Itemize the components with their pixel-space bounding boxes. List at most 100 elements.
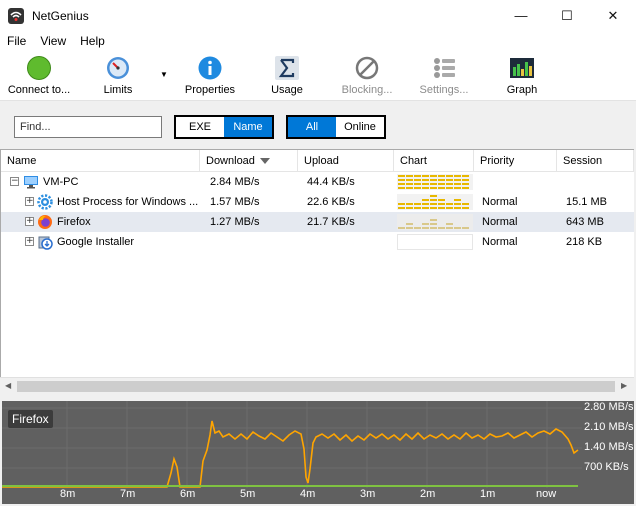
usage-label: Usage xyxy=(271,84,303,96)
y-axis-label: 1.40 MB/s xyxy=(584,441,634,453)
toolbar: Connect to... Limits Properties Usage Bl… xyxy=(0,51,636,101)
graph-button[interactable]: Graph xyxy=(503,55,541,99)
download-value: 1.57 MB/s xyxy=(210,196,260,208)
column-priority[interactable]: Priority xyxy=(474,150,557,172)
expand-toggle[interactable]: + xyxy=(25,237,34,246)
toggle-all[interactable]: All xyxy=(288,117,336,137)
minimize-button[interactable]: — xyxy=(498,0,544,31)
connect-label: Connect to... xyxy=(7,84,71,96)
upload-value: 21.7 KB/s xyxy=(307,216,355,228)
column-name[interactable]: Name xyxy=(1,150,200,172)
sort-descending-icon xyxy=(259,158,270,165)
window-title: NetGenius xyxy=(32,8,89,23)
expand-toggle[interactable]: + xyxy=(25,197,34,206)
x-axis-label: 1m xyxy=(480,488,496,500)
mini-chart xyxy=(397,234,473,250)
table-row[interactable]: + Google Installer Normal 218 KB xyxy=(1,232,634,252)
x-axis-label: 2m xyxy=(420,488,436,500)
column-session[interactable]: Session xyxy=(557,150,634,172)
menu-view[interactable]: View xyxy=(33,31,73,51)
toggle-online[interactable]: Online xyxy=(336,117,384,137)
process-list: Name Download Upload Chart Priority Sess… xyxy=(0,149,634,377)
mini-chart xyxy=(397,214,473,230)
priority-value: Normal xyxy=(482,216,518,228)
toggle-name[interactable]: Name xyxy=(224,117,272,137)
y-axis-label: 2.10 MB/s xyxy=(584,421,634,433)
process-name: Google Installer xyxy=(57,236,135,248)
properties-button[interactable]: Properties xyxy=(181,55,239,99)
limits-label: Limits xyxy=(103,84,133,96)
x-axis-label: 6m xyxy=(180,488,196,500)
y-axis-label: 700 KB/s xyxy=(584,461,629,473)
graph-icon xyxy=(510,58,534,78)
column-download[interactable]: Download xyxy=(200,150,298,172)
table-row[interactable]: + Firefox 1.27 MB/s 21.7 KB/s Normal 643… xyxy=(1,212,634,232)
scrollbar-thumb[interactable] xyxy=(17,381,615,392)
download-value: 2.84 MB/s xyxy=(210,176,260,188)
exe-name-toggle: EXE Name xyxy=(174,115,274,139)
limits-button[interactable]: Limits xyxy=(100,55,136,99)
expand-toggle[interactable]: + xyxy=(25,217,34,226)
blocking-button[interactable]: Blocking... xyxy=(338,55,396,99)
firefox-icon xyxy=(38,215,52,229)
speedometer-icon xyxy=(107,57,129,79)
column-upload[interactable]: Upload xyxy=(298,150,394,172)
bandwidth-graph: Firefox 2.80 MB/s 2.10 MB/s 1.40 MB/s 70… xyxy=(2,401,634,504)
connect-button[interactable]: Connect to... xyxy=(5,55,73,99)
computer-icon xyxy=(24,176,38,189)
priority-value: Normal xyxy=(482,196,518,208)
block-icon xyxy=(355,56,379,80)
close-button[interactable]: ✕ xyxy=(590,0,636,31)
mini-chart xyxy=(397,194,473,210)
table-row[interactable]: + Host Process for Windows ... 1.57 MB/s… xyxy=(1,192,634,212)
installer-icon xyxy=(38,236,53,250)
process-name: Host Process for Windows ... xyxy=(57,196,199,208)
mini-chart xyxy=(397,174,473,190)
column-download-label: Download xyxy=(206,155,255,167)
collapse-toggle[interactable]: − xyxy=(10,177,19,186)
download-line xyxy=(2,420,579,488)
table-row[interactable]: − VM-PC 2.84 MB/s 44.4 KB/s xyxy=(1,172,634,192)
graph-label: Graph xyxy=(506,84,538,96)
y-axis-label: 2.80 MB/s xyxy=(584,401,634,413)
menu-help[interactable]: Help xyxy=(73,31,112,51)
process-name: Firefox xyxy=(57,216,91,228)
process-name: VM-PC xyxy=(43,176,79,188)
download-value: 1.27 MB/s xyxy=(210,216,260,228)
toggle-exe[interactable]: EXE xyxy=(176,117,224,137)
settings-label: Settings... xyxy=(419,84,469,96)
x-axis-label: 4m xyxy=(300,488,316,500)
sigma-icon xyxy=(275,56,299,80)
session-value: 218 KB xyxy=(566,236,603,248)
title-bar: NetGenius — ☐ ✕ xyxy=(0,0,636,31)
settings-button[interactable]: Settings... xyxy=(416,55,472,99)
settings-icon xyxy=(434,58,455,78)
app-icon xyxy=(8,7,24,24)
column-chart[interactable]: Chart xyxy=(394,150,474,172)
upload-value: 44.4 KB/s xyxy=(307,176,355,188)
connect-icon xyxy=(27,56,51,80)
session-value: 643 MB xyxy=(566,216,604,228)
menu-file[interactable]: File xyxy=(0,31,33,51)
x-axis-label: now xyxy=(536,488,557,500)
list-header: Name Download Upload Chart Priority Sess… xyxy=(1,150,634,172)
x-axis-label: 3m xyxy=(360,488,376,500)
limits-dropdown-arrow[interactable]: ▼ xyxy=(160,70,168,79)
x-axis-label: 7m xyxy=(120,488,136,500)
menu-bar: File View Help xyxy=(0,31,636,51)
blocking-label: Blocking... xyxy=(341,84,393,96)
x-axis-label: 8m xyxy=(60,488,76,500)
find-input[interactable] xyxy=(14,116,162,138)
usage-button[interactable]: Usage xyxy=(268,55,306,99)
priority-value: Normal xyxy=(482,236,518,248)
x-axis-label: 5m xyxy=(240,488,256,500)
upload-value: 22.6 KB/s xyxy=(307,196,355,208)
filter-bar: EXE Name All Online xyxy=(0,102,636,149)
scroll-right-icon[interactable]: ▶ xyxy=(621,381,627,390)
scroll-left-icon[interactable]: ◀ xyxy=(5,381,11,390)
session-value: 15.1 MB xyxy=(566,196,607,208)
horizontal-scrollbar[interactable]: ◀ ▶ xyxy=(0,377,634,394)
maximize-button[interactable]: ☐ xyxy=(544,0,590,31)
all-online-toggle: All Online xyxy=(286,115,386,139)
graph-process-label: Firefox xyxy=(8,410,53,428)
